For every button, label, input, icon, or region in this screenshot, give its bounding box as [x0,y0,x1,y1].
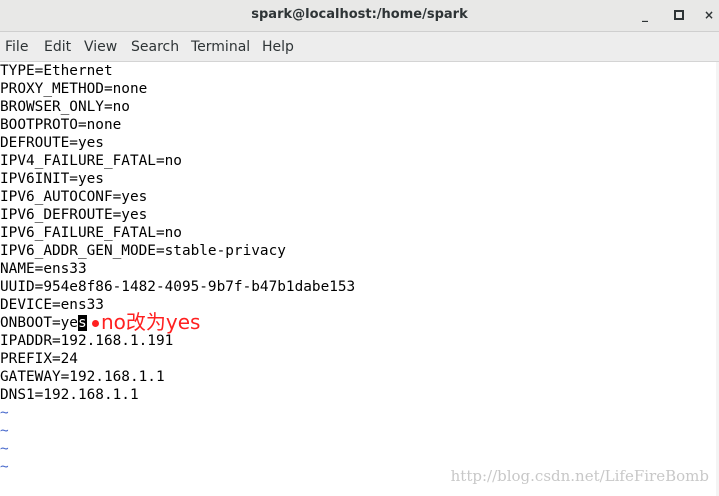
annotation-text: no改为yes [101,310,201,334]
config-line-ipaddr: IPADDR=192.168.1.191 [0,333,174,349]
config-line-ipv6-addr-gen-mode: IPV6_ADDR_GEN_MODE=stable-privacy [0,243,286,259]
menu-help[interactable]: Help [262,39,294,55]
menu-view[interactable]: View [84,39,117,55]
menu-bar: File Edit View Search Terminal Help [0,32,719,62]
close-button[interactable]: × [700,6,718,24]
minimize-button[interactable]: _ [636,6,654,24]
config-line-device: DEVICE=ens33 [0,297,104,313]
config-line-gateway: GATEWAY=192.168.1.1 [0,369,165,385]
menu-file[interactable]: File [5,39,28,55]
config-line-browser-only: BROWSER_ONLY=no [0,99,130,115]
window-title: spark@localhost:/home/spark [251,7,468,22]
config-line-proxy-method: PROXY_METHOD=none [0,81,148,97]
config-line-name: NAME=ens33 [0,261,87,277]
watermark: http://blog.csdn.net/LifeFireBomb [450,467,709,485]
maximize-button[interactable] [670,6,688,24]
empty-line-tilde: ~ [0,405,9,421]
config-line-prefix: PREFIX=24 [0,351,78,367]
menu-edit[interactable]: Edit [44,39,71,55]
empty-line-tilde: ~ [0,459,9,475]
close-icon: × [703,8,715,22]
config-line-type: TYPE=Ethernet [0,63,113,79]
config-line-ipv6-failure-fatal: IPV6_FAILURE_FATAL=no [0,225,182,241]
title-bar: spark@localhost:/home/spark _ × [0,0,719,32]
config-line-ipv6-autoconf: IPV6_AUTOCONF=yes [0,189,148,205]
config-line-defroute: DEFROUTE=yes [0,135,104,151]
maximize-icon [674,10,684,20]
config-line-ipv6init: IPV6INIT=yes [0,171,104,187]
config-line-ipv6-defroute: IPV6_DEFROUTE=yes [0,207,148,223]
config-line-uuid: UUID=954e8f86-1482-4095-9b7f-b47b1dabe15… [0,279,356,295]
text-cursor: s [77,315,87,331]
config-line-dns1: DNS1=192.168.1.1 [0,387,139,403]
config-line-ipv4-failure-fatal: IPV4_FAILURE_FATAL=no [0,153,182,169]
menu-terminal[interactable]: Terminal [191,39,250,55]
minimize-icon: _ [642,8,648,22]
terminal-content[interactable]: TYPE=Ethernet PROXY_METHOD=none BROWSER_… [0,62,719,496]
annotation-dot-icon [92,320,99,327]
empty-line-tilde: ~ [0,423,9,439]
config-line-bootproto: BOOTPROTO=none [0,117,122,133]
red-annotation: no改为yes [92,310,200,334]
menu-search[interactable]: Search [131,39,179,55]
config-line-onboot: ONBOOT=yes [0,314,87,332]
onboot-text: ONBOOT=ye [0,315,78,331]
empty-line-tilde: ~ [0,441,9,457]
terminal-window: spark@localhost:/home/spark _ × File Edi… [0,0,719,496]
